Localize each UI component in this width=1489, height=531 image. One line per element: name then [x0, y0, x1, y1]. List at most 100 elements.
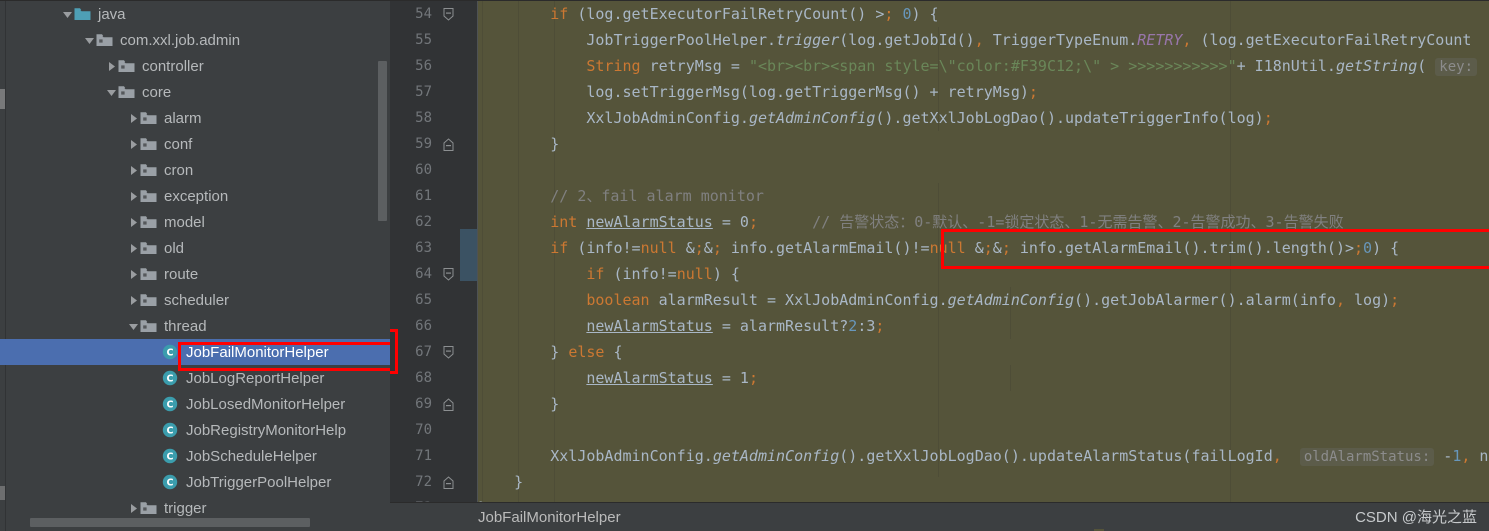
java-class-icon: C: [162, 474, 184, 490]
tree-item-class[interactable]: C JobLogReportHelper: [0, 365, 390, 391]
package-icon: [140, 215, 162, 229]
gutter-line[interactable]: 72: [390, 469, 478, 495]
tree-item-class[interactable]: C JobRegistryMonitorHelp: [0, 417, 390, 443]
code-line: log.setTriggerMsg(log.getTriggerMsg() + …: [478, 83, 1038, 101]
chevron-right-icon[interactable]: [126, 183, 140, 209]
line-number: 63: [415, 240, 432, 256]
chevron-right-icon[interactable]: [126, 157, 140, 183]
tree-item-class[interactable]: C JobScheduleHelper: [0, 443, 390, 469]
gutter-line[interactable]: 64: [390, 261, 478, 287]
editor-gutter[interactable]: 5455565758596061626364656667686970717273: [390, 1, 478, 516]
breadcrumb-bar: JobFailMonitorHelper CSDN @海光之蓝: [390, 502, 1489, 531]
tree-item-label: controller: [142, 57, 204, 75]
tree-item-label: JobFailMonitorHelper: [186, 343, 329, 361]
svg-text:C: C: [167, 452, 174, 463]
tree-indent-spacer: [0, 274, 126, 275]
tree-item-folder[interactable]: controller: [0, 53, 390, 79]
svg-text:C: C: [167, 400, 174, 411]
tree-indent-spacer: [0, 144, 126, 145]
line-number: 58: [415, 110, 432, 126]
line-number: 69: [415, 396, 432, 412]
no-chevron-spacer: [148, 443, 162, 469]
no-chevron-spacer: [148, 417, 162, 443]
line-number: 66: [415, 318, 432, 334]
tree-item-folder[interactable]: com.xxl.job.admin: [0, 27, 390, 53]
fold-end-icon[interactable]: [436, 137, 460, 151]
tree-item-class[interactable]: C JobTriggerPoolHelper: [0, 469, 390, 495]
chevron-right-icon[interactable]: [126, 105, 140, 131]
chevron-down-icon[interactable]: [82, 27, 96, 53]
chevron-right-icon[interactable]: [126, 209, 140, 235]
tree-item-folder[interactable]: conf: [0, 131, 390, 157]
gutter-line[interactable]: 59: [390, 131, 478, 157]
tree-item-folder[interactable]: scheduler: [0, 287, 390, 313]
tree-item-label: JobLosedMonitorHelper: [186, 395, 346, 413]
tree-item-folder[interactable]: exception: [0, 183, 390, 209]
tree-item-label: java: [98, 5, 126, 23]
line-number: 62: [415, 214, 432, 230]
tree-item-folder[interactable]: thread: [0, 313, 390, 339]
tree-item-folder[interactable]: model: [0, 209, 390, 235]
chevron-down-icon[interactable]: [126, 313, 140, 339]
gutter-line[interactable]: 70: [390, 417, 478, 443]
tree-item-label: scheduler: [164, 291, 230, 309]
gutter-line[interactable]: 57: [390, 79, 478, 105]
code-line: }: [478, 473, 524, 491]
gutter-line[interactable]: 55: [390, 27, 478, 53]
line-number: 68: [415, 370, 432, 386]
chevron-right-icon[interactable]: [104, 53, 118, 79]
chevron-right-icon[interactable]: [126, 235, 140, 261]
line-number: 65: [415, 292, 432, 308]
gutter-line[interactable]: 67: [390, 339, 478, 365]
gutter-line[interactable]: 61: [390, 183, 478, 209]
gutter-line[interactable]: 56: [390, 53, 478, 79]
tree-indent-spacer: [0, 430, 148, 431]
chevron-right-icon[interactable]: [126, 287, 140, 313]
gutter-line[interactable]: 71: [390, 443, 478, 469]
tree-item-folder[interactable]: cron: [0, 157, 390, 183]
package-icon: [140, 501, 162, 515]
tree-item-folder[interactable]: java: [0, 1, 390, 27]
tree-item-class[interactable]: C JobFailMonitorHelper: [0, 339, 390, 365]
gutter-line[interactable]: 69: [390, 391, 478, 417]
gutter-line[interactable]: 66: [390, 313, 478, 339]
fold-end-icon[interactable]: [436, 475, 460, 489]
package-icon: [140, 293, 162, 307]
gutter-line[interactable]: 58: [390, 105, 478, 131]
code-line: // 2、fail alarm monitor: [478, 187, 764, 205]
chevron-down-icon[interactable]: [104, 79, 118, 105]
code-content[interactable]: if (log.getExecutorFailRetryCount() >; 0…: [478, 1, 1489, 503]
chevron-right-icon[interactable]: [126, 261, 140, 287]
fold-end-icon[interactable]: [436, 397, 460, 411]
tree-item-folder[interactable]: core: [0, 79, 390, 105]
code-line: }: [478, 395, 560, 413]
gutter-line[interactable]: 62: [390, 209, 478, 235]
fold-collapse-icon[interactable]: [436, 7, 460, 21]
fold-collapse-icon[interactable]: [436, 345, 460, 359]
tree-indent-spacer: [0, 352, 148, 353]
gutter-line[interactable]: 65: [390, 287, 478, 313]
gutter-line[interactable]: 60: [390, 157, 478, 183]
gutter-line[interactable]: 54: [390, 1, 478, 27]
java-class-icon: C: [162, 422, 184, 438]
tree-indent-spacer: [0, 92, 104, 93]
tree-item-class[interactable]: C JobLosedMonitorHelper: [0, 391, 390, 417]
package-icon: [140, 163, 162, 177]
tree-horizontal-scrollbar[interactable]: [30, 518, 310, 527]
breadcrumb-current-file[interactable]: JobFailMonitorHelper: [478, 509, 621, 526]
tree-item-folder[interactable]: old: [0, 235, 390, 261]
svg-text:C: C: [167, 426, 174, 437]
gutter-line[interactable]: 63: [390, 235, 478, 261]
fold-collapse-icon[interactable]: [436, 267, 460, 281]
chevron-right-icon[interactable]: [126, 131, 140, 157]
tree-item-folder[interactable]: route: [0, 261, 390, 287]
svg-text:C: C: [167, 478, 174, 489]
java-class-icon: C: [162, 370, 184, 386]
gutter-line[interactable]: 68: [390, 365, 478, 391]
tree-indent-spacer: [0, 482, 148, 483]
tree-item-folder[interactable]: alarm: [0, 105, 390, 131]
tree-vertical-scrollbar[interactable]: [378, 61, 387, 221]
chevron-down-icon[interactable]: [60, 1, 74, 27]
tree-item-label: exception: [164, 187, 229, 205]
